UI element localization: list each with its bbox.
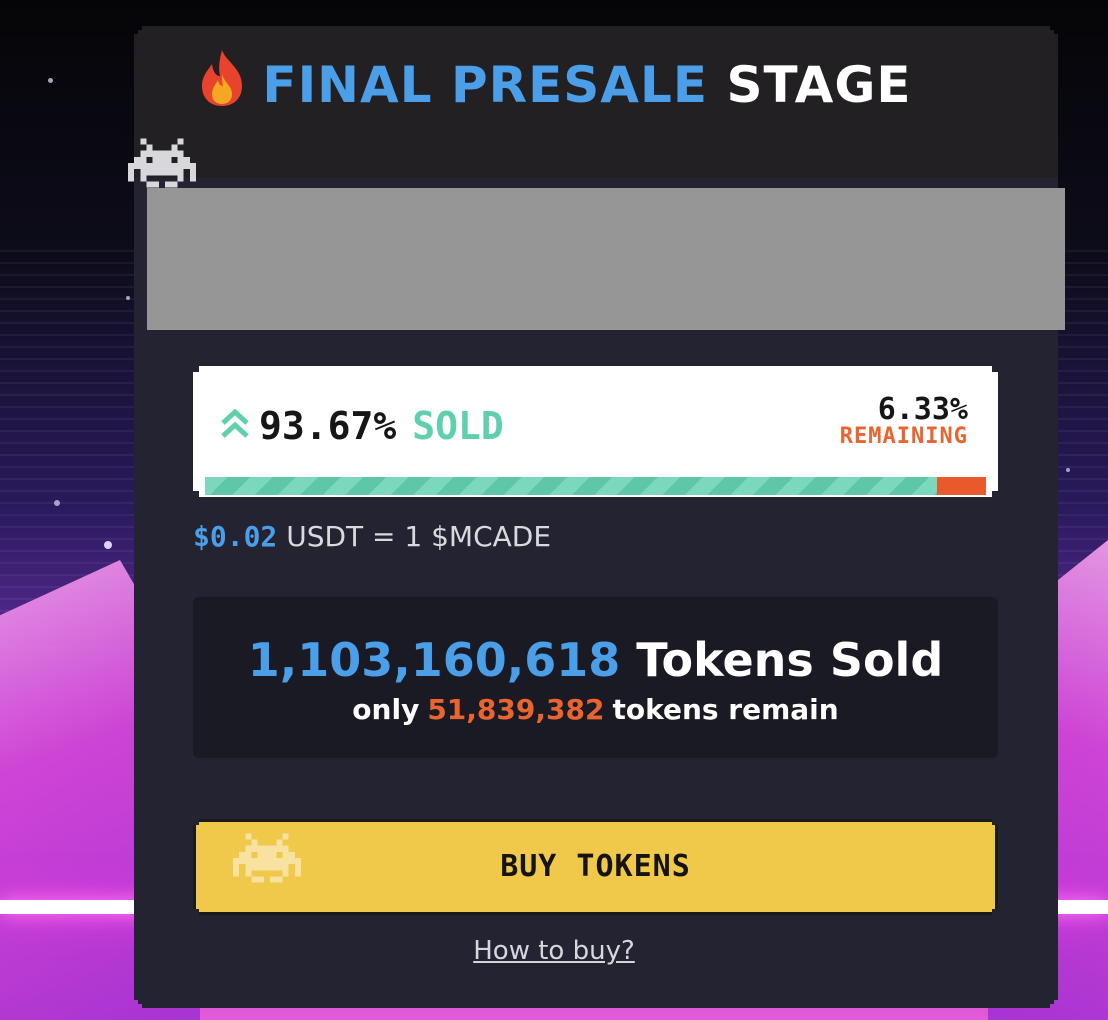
chevron-double-up-icon bbox=[219, 404, 251, 448]
progress-bar bbox=[205, 477, 986, 495]
redacted-image bbox=[147, 188, 1065, 330]
background-star bbox=[54, 500, 60, 506]
sold-percent: 93.67% bbox=[259, 404, 397, 448]
sold-label: SOLD bbox=[412, 404, 504, 448]
buy-tokens-button[interactable]: BUY TOKENS bbox=[193, 819, 998, 915]
title-highlight: FINAL PRESALE bbox=[262, 56, 709, 114]
fire-icon bbox=[196, 48, 248, 120]
tokens-panel: 1,103,160,618 Tokens Sold only 51,839,382 t… bbox=[193, 597, 998, 758]
tokens-sold-label: Tokens Sold bbox=[636, 633, 944, 687]
tokens-remain-count: 51,839,382 bbox=[427, 693, 605, 726]
how-to-buy-link[interactable]: How to buy? bbox=[0, 936, 1108, 966]
background-star bbox=[1066, 468, 1070, 472]
remaining-label: REMAINING bbox=[839, 424, 968, 449]
space-invader-icon bbox=[128, 138, 196, 192]
progress-bar-fill bbox=[205, 477, 937, 495]
price-amount: $0.02 bbox=[193, 520, 278, 553]
price-rest: USDT = 1 $MCADE bbox=[286, 520, 552, 553]
tokens-remain-prefix: only bbox=[352, 693, 420, 726]
background-star bbox=[104, 541, 112, 549]
sold-row: 93.67% SOLD bbox=[219, 402, 504, 450]
buy-tokens-label: BUY TOKENS bbox=[500, 849, 691, 884]
background-star bbox=[126, 296, 130, 300]
price-line: $0.02 USDT = 1 $MCADE bbox=[193, 520, 551, 553]
tokens-remain-suffix: tokens remain bbox=[612, 693, 839, 726]
remaining-box: 6.33% REMAINING bbox=[840, 394, 968, 448]
sale-progress: 93.67% SOLD 6.33% REMAINING bbox=[193, 366, 998, 497]
title-rest: STAGE bbox=[726, 56, 912, 114]
page-title: FINAL PRESALE STAGE bbox=[0, 48, 1108, 120]
tokens-sold-count: 1,103,160,618 bbox=[247, 633, 621, 687]
remaining-percent: 6.33% bbox=[877, 392, 968, 427]
tokens-sold-line: 1,103,160,618 Tokens Sold bbox=[193, 633, 998, 687]
tokens-remain-line: only 51,839,382 tokens remain bbox=[193, 693, 998, 726]
